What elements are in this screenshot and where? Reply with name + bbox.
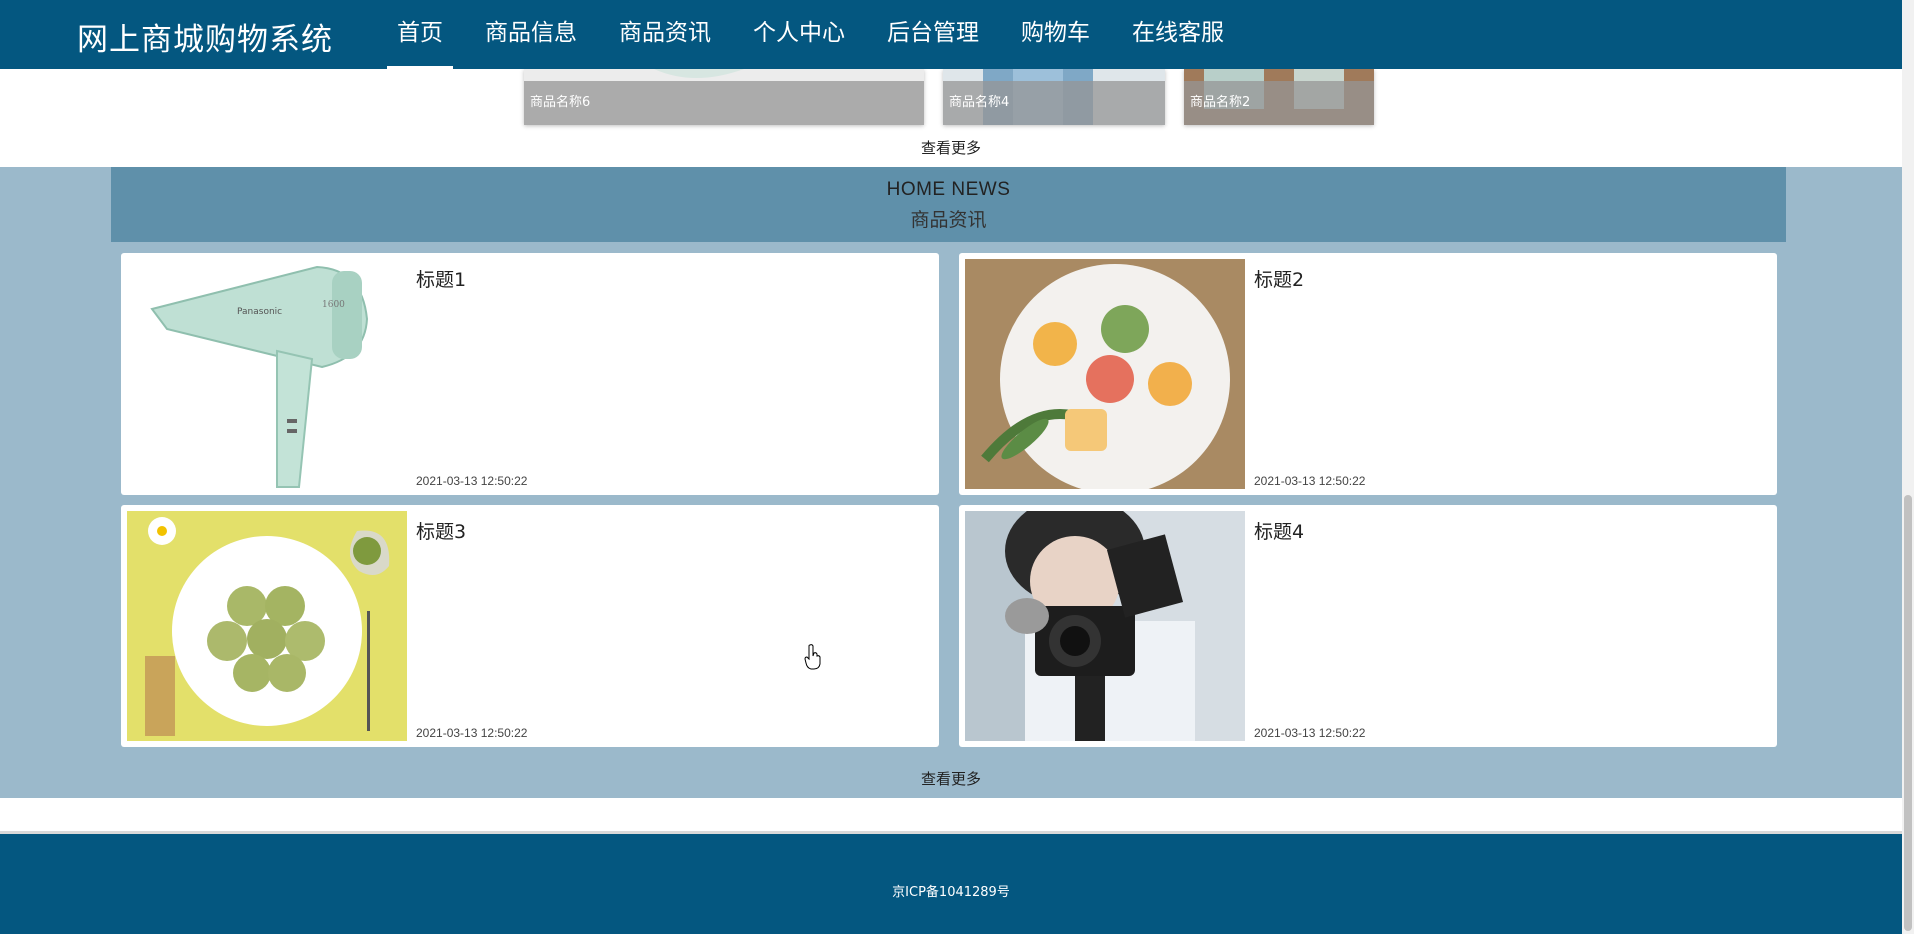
product-card[interactable]: 商品名称4: [943, 69, 1165, 125]
product-card[interactable]: 商品名称2: [1184, 69, 1374, 125]
nav-service[interactable]: 在线客服: [1122, 0, 1234, 69]
news-title: 标题4: [1254, 521, 1305, 543]
news-time: 2021-03-13 12:50:22: [416, 474, 528, 488]
news-card[interactable]: 标题3 2021-03-13 12:50:22: [121, 505, 939, 747]
news-time: 2021-03-13 12:50:22: [1254, 726, 1366, 740]
news-time: 2021-03-13 12:50:22: [1254, 474, 1366, 488]
news-card[interactable]: 标题4 2021-03-13 12:50:22: [959, 505, 1777, 747]
product-name: 商品名称2: [1184, 81, 1374, 125]
mooncakes-image: [965, 259, 1245, 489]
news-heading-en: HOME NEWS: [886, 179, 1011, 200]
news-heading-cn: 商品资讯: [910, 209, 987, 231]
news-title: 标题3: [416, 521, 467, 543]
news-header: HOME NEWS 商品资讯: [111, 167, 1786, 242]
matcha-cookies-image: [127, 511, 407, 741]
nav-news[interactable]: 商品资讯: [609, 0, 721, 69]
nav-admin[interactable]: 后台管理: [877, 0, 989, 69]
product-more-link[interactable]: 查看更多: [0, 137, 1902, 158]
nav-profile[interactable]: 个人中心: [743, 0, 855, 69]
vlog-camera-image: [965, 511, 1245, 741]
site-brand[interactable]: 网上商城购物系统: [77, 14, 333, 59]
icp-record: 京ICP备1041289号: [892, 885, 1010, 900]
hair-dryer-image: Panasonic 1600: [127, 259, 407, 489]
news-title: 标题1: [416, 269, 467, 291]
page-scrollbar[interactable]: [1902, 0, 1914, 934]
product-card[interactable]: 商品名称6: [524, 69, 924, 125]
product-name: 商品名称4: [943, 81, 1165, 125]
news-card[interactable]: Panasonic 1600 标题1 2021-03-13 12:50:22: [121, 253, 939, 495]
news-title: 标题2: [1254, 269, 1305, 291]
news-more-link[interactable]: 查看更多: [0, 768, 1902, 789]
nav-products[interactable]: 商品信息: [475, 0, 587, 69]
news-time: 2021-03-13 12:50:22: [416, 726, 528, 740]
svg-text:Panasonic: Panasonic: [237, 307, 282, 317]
news-card[interactable]: 标题2 2021-03-13 12:50:22: [959, 253, 1777, 495]
main-nav: 首页 商品信息 商品资讯 个人中心 后台管理 购物车 在线客服: [387, 0, 1256, 69]
nav-home[interactable]: 首页: [387, 0, 453, 69]
nav-cart[interactable]: 购物车: [1011, 0, 1100, 69]
top-navbar: 网上商城购物系统 首页 商品信息 商品资讯 个人中心 后台管理 购物车 在线客服: [0, 0, 1902, 69]
scrollbar-thumb[interactable]: [1904, 495, 1912, 931]
svg-text:1600: 1600: [322, 300, 345, 310]
product-name: 商品名称6: [524, 81, 924, 125]
news-section: HOME NEWS 商品资讯 Panasonic 1600 标题1 2021-0…: [0, 167, 1902, 798]
footer: 京ICP备1041289号: [0, 831, 1902, 934]
hand-cursor-icon: [804, 644, 821, 670]
